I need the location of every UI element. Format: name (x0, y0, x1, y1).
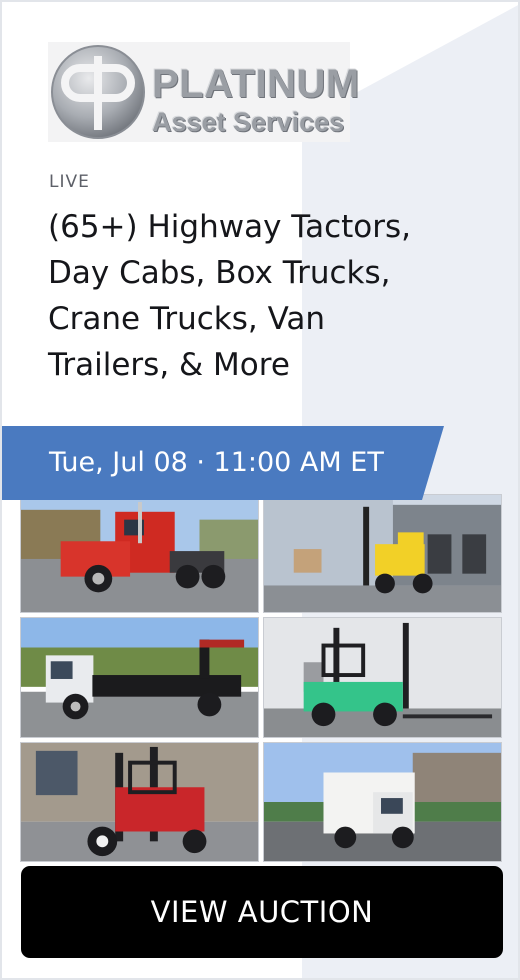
auction-title[interactable]: (65+) Highway Tactors, Day Cabs, Box Tru… (48, 204, 438, 388)
platinum-logo: PLATINUM Asset Services (48, 42, 359, 142)
date-banner: Tue, Jul 08 · 11:00 AM ET (2, 426, 444, 500)
view-auction-label: VIEW AUCTION (150, 895, 374, 929)
photo-truck-mounted-forklift[interactable] (20, 742, 259, 862)
photo-green-forklift[interactable] (263, 617, 502, 738)
photo-white-box-truck[interactable] (263, 742, 502, 862)
photo-crane-flatbed-truck[interactable] (20, 617, 259, 738)
auction-status: LIVE (49, 172, 90, 192)
logo-text-asset-services: Asset Services (152, 107, 345, 137)
auction-date: Tue, Jul 08 · 11:00 AM ET (49, 447, 384, 478)
photo-yellow-forklift[interactable] (263, 494, 502, 613)
photo-red-semi-truck[interactable] (20, 499, 259, 613)
auction-card: PLATINUM Asset Services LIVE (65+) Highw… (0, 0, 520, 980)
view-auction-button[interactable]: VIEW AUCTION (21, 866, 503, 958)
platinum-logo-icon (51, 45, 145, 139)
logo-text-platinum: PLATINUM (152, 62, 360, 106)
